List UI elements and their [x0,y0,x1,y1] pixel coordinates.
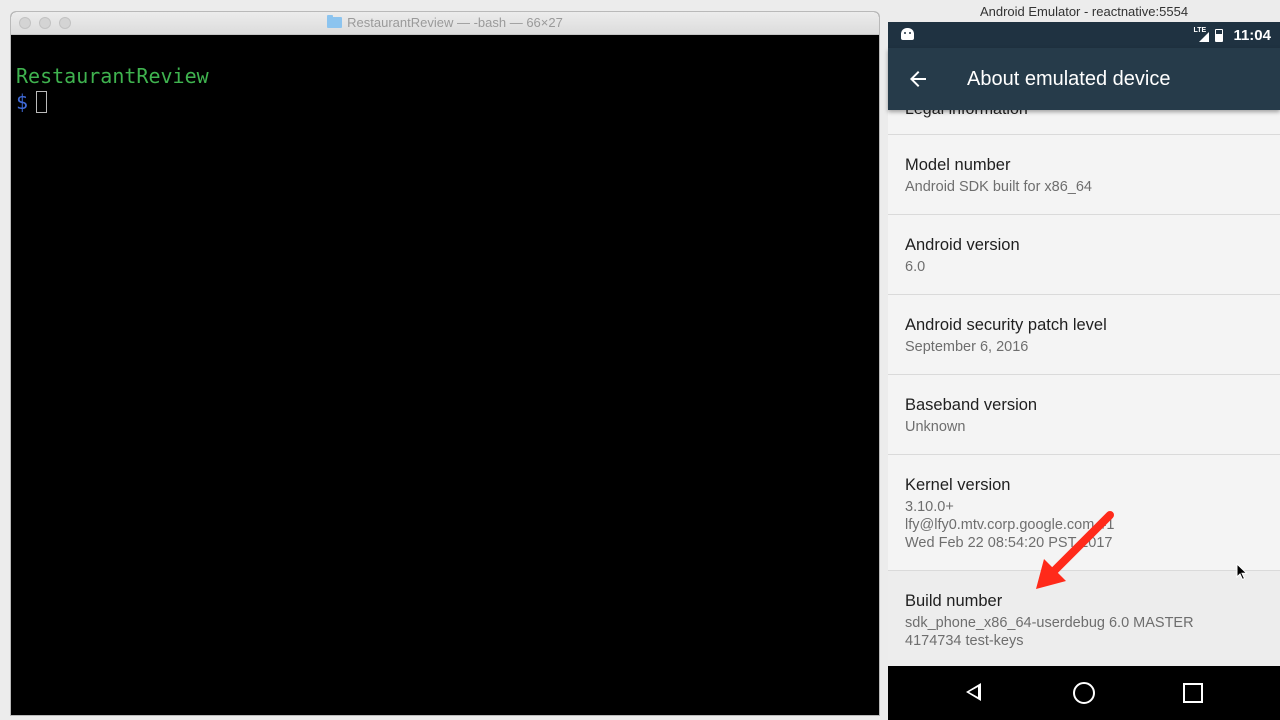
terminal-title: RestaurantReview — -bash — 66×27 [11,12,879,34]
terminal-output[interactable]: RestaurantReview $ [11,35,879,115]
mouse-pointer-icon [1236,563,1248,581]
page-title: About emulated device [967,68,1171,90]
list-item-title: Baseband version [905,396,1038,414]
list-item-value: Android SDK built for x86_64 [905,178,1263,196]
list-item-title: Android version [905,236,1020,254]
status-icons: LTE 11:04 [1193,22,1271,48]
list-item-title: Legal information [905,110,1028,119]
emulator-window[interactable]: Android Emulator - reactnative:5554 LTE … [888,0,1280,720]
value-line: 4174734 test-keys [905,633,1024,649]
app-bar: About emulated device [888,48,1280,110]
value-line: sdk_phone_x86_64-userdebug 6.0 MASTER [905,615,1194,631]
terminal-dir-line: RestaurantReview [16,64,209,88]
value-line: 6.0 [905,259,926,275]
list-item[interactable]: Legal information [888,110,1280,135]
value-line: Android SDK built for x86_64 [905,179,1092,195]
list-item-security-patch[interactable]: Android security patch level September 6… [888,295,1280,375]
navigation-bar [888,666,1280,720]
terminal-title-text: RestaurantReview — -bash — 66×27 [347,15,563,30]
back-arrow-icon[interactable] [906,67,930,91]
value-line: September 6, 2016 [905,339,1029,355]
battery-icon [1215,28,1224,42]
terminal-titlebar[interactable]: RestaurantReview — -bash — 66×27 [11,12,879,35]
list-item-model-number[interactable]: Model number Android SDK built for x86_6… [888,135,1280,215]
list-item-value: Unknown [905,418,1263,436]
nav-back-icon[interactable] [966,683,981,701]
terminal-prompt: $ [16,90,29,114]
annotation-arrow-icon [1036,511,1114,589]
terminal-cursor[interactable] [36,91,48,113]
list-item-baseband-version[interactable]: Baseband version Unknown [888,375,1280,455]
nav-recents-icon[interactable] [1183,683,1203,703]
nav-home-icon[interactable] [1073,682,1095,704]
value-line: Unknown [905,419,966,435]
list-item-android-version[interactable]: Android version 6.0 [888,215,1280,295]
list-item-title: Kernel version [905,476,1011,494]
emulator-titlebar[interactable]: Android Emulator - reactnative:5554 [888,0,1280,22]
status-clock: 11:04 [1233,26,1271,44]
lte-signal-icon: LTE [1193,27,1210,42]
list-item-value: sdk_phone_x86_64-userdebug 6.0 MASTER 41… [905,614,1263,650]
status-bar: LTE 11:04 [888,22,1280,48]
terminal-window[interactable]: RestaurantReview — -bash — 66×27 Restaur… [11,12,879,715]
android-notification-icon [901,28,914,40]
list-item-title: Model number [905,156,1011,174]
list-item-value: September 6, 2016 [905,338,1263,356]
folder-icon [327,15,343,28]
list-item-title: Android security patch level [905,316,1107,334]
list-item-value: 6.0 [905,258,1263,276]
